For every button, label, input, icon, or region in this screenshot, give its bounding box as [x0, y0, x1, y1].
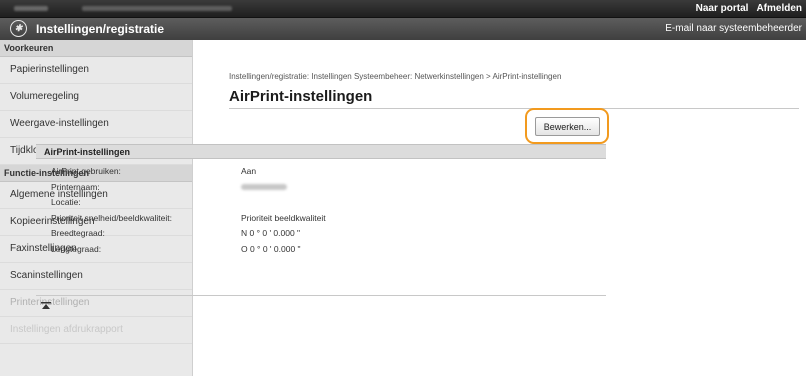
- mail-admin-link[interactable]: E-mail naar systeembeheerder: [665, 18, 802, 40]
- breadcrumb[interactable]: Instellingen/registratie: Instellingen S…: [229, 72, 561, 81]
- top-bar: Naar portal Afmelden: [0, 0, 806, 18]
- setting-label: AirPrint gebruiken:: [51, 166, 121, 176]
- setting-row-location: Locatie:: [51, 197, 451, 213]
- setting-row-printer-name: Printernaam:: [51, 182, 451, 198]
- setting-value-redacted: [241, 182, 287, 192]
- setting-row-longitude: Lengtegraad: O 0 ° 0 ' 0.000 ": [51, 244, 451, 260]
- settings-list: AirPrint gebruiken: Aan Printernaam: Loc…: [51, 166, 451, 259]
- setting-row-latitude: Breedtegraad: N 0 ° 0 ' 0.000 ": [51, 228, 451, 244]
- blurred-text: [14, 6, 48, 11]
- setting-label: Printernaam:: [51, 181, 100, 192]
- setting-value: Aan: [241, 166, 257, 176]
- setting-row-airprint: AirPrint gebruiken: Aan: [51, 166, 451, 182]
- sidebar-item-paper[interactable]: Papierinstellingen: [0, 57, 192, 84]
- sidebar-item-scan[interactable]: Scaninstellingen: [0, 263, 192, 290]
- settings-logo-icon: ✱: [10, 20, 27, 37]
- top-links: Naar portal Afmelden: [696, 0, 802, 17]
- sidebar-section-preferences: Voorkeuren: [0, 40, 192, 57]
- setting-label: Lengtegraad:: [51, 243, 102, 254]
- setting-value: O 0 ° 0 ' 0.000 ": [241, 243, 301, 254]
- blurred-text: [82, 6, 232, 11]
- divider: [229, 108, 799, 109]
- app-header: ✱ Instellingen/registratie E-mail naar s…: [0, 18, 806, 40]
- setting-label: Prioriteit snelheid/beeldkwaliteit:: [51, 212, 172, 223]
- setting-label: Locatie:: [51, 197, 81, 207]
- back-to-top-icon[interactable]: [41, 302, 51, 312]
- section-header: AirPrint-instellingen: [36, 144, 606, 159]
- divider: [36, 295, 606, 296]
- sidebar-item-volume[interactable]: Volumeregeling: [0, 84, 192, 111]
- setting-label: Breedtegraad:: [51, 228, 105, 238]
- sidebar-item-report[interactable]: Instellingen afdrukrapport: [0, 317, 192, 344]
- sidebar-item-display[interactable]: Weergave-instellingen: [0, 111, 192, 138]
- app-title: Instellingen/registratie: [36, 22, 165, 36]
- edit-button[interactable]: Bewerken...: [535, 117, 600, 136]
- page-title: AirPrint-instellingen: [229, 88, 373, 105]
- logout-link[interactable]: Afmelden: [756, 3, 802, 14]
- setting-value: Prioriteit beeldkwaliteit: [241, 212, 326, 223]
- setting-value: N 0 ° 0 ' 0.000 ": [241, 228, 301, 238]
- portal-link[interactable]: Naar portal: [696, 3, 749, 14]
- setting-row-priority: Prioriteit snelheid/beeldkwaliteit: Prio…: [51, 213, 451, 229]
